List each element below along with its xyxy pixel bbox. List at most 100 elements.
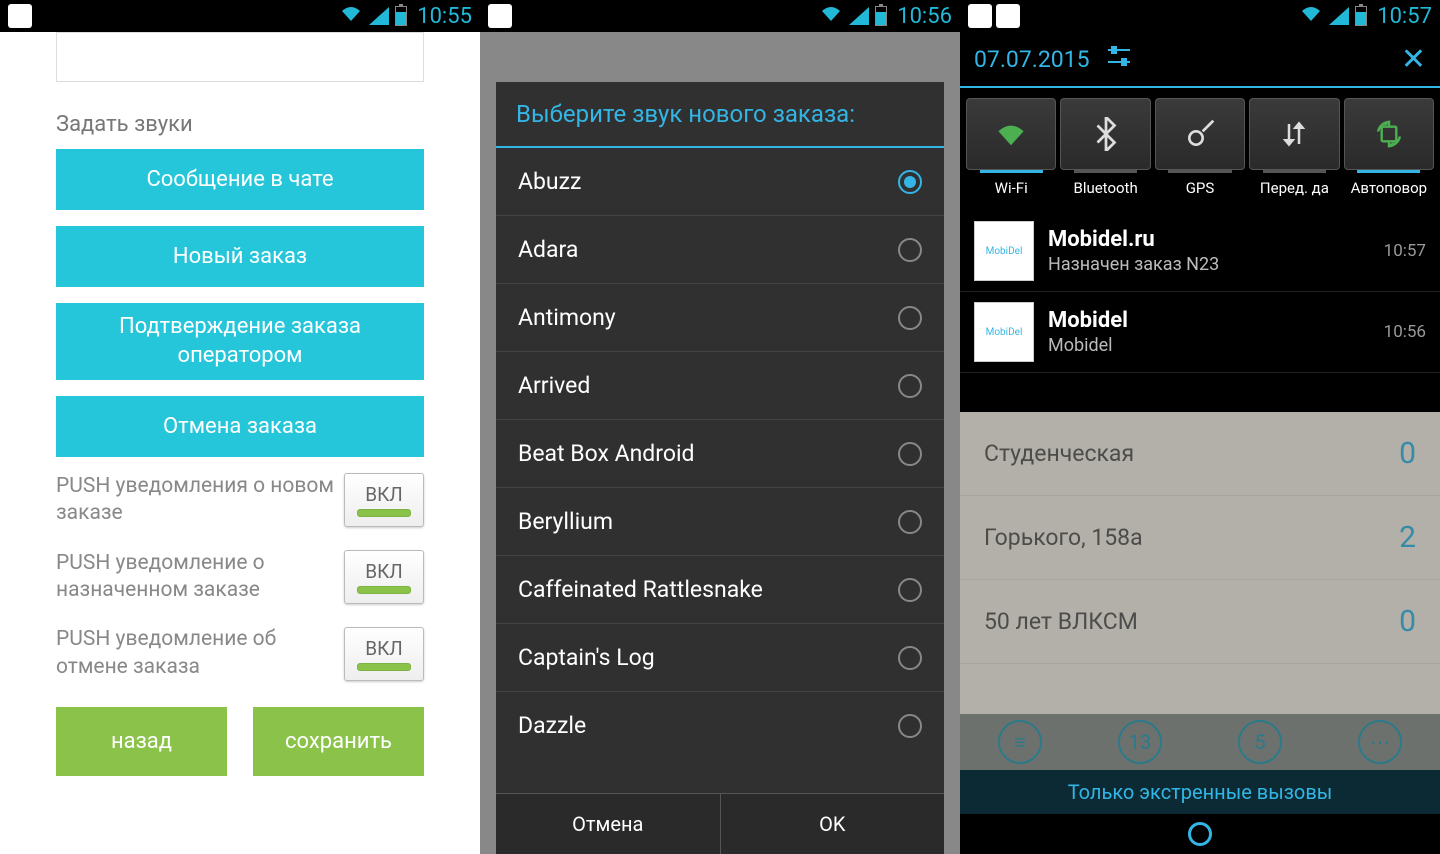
dialog-ok-button[interactable]: OK [720,794,945,854]
clock: 10:56 [897,4,952,29]
sound-new-order-button[interactable]: Новый заказ [56,226,424,287]
sound-option[interactable]: Captain's Log [496,624,944,692]
sound-option[interactable]: Arrived [496,352,944,420]
clock: 10:57 [1377,4,1432,29]
sound-confirm-button[interactable]: Подтверждение заказа оператором [56,303,424,380]
sound-option[interactable]: Dazzle [496,692,944,759]
dialog-cancel-button[interactable]: Отмена [496,794,720,854]
home-icon[interactable] [1188,822,1212,846]
push-cancel-label: PUSH уведомление об отмене заказа [56,626,334,681]
clock: 10:55 [417,4,472,29]
data-icon [1249,98,1339,170]
sound-option[interactable]: Abuzz [496,148,944,216]
app-icon [488,4,512,28]
wifi-icon [966,98,1056,170]
back-button[interactable]: назад [56,707,227,776]
close-icon[interactable]: ✕ [1401,42,1426,77]
save-button[interactable]: сохранить [253,707,424,776]
toggle-label: Автоповор [1351,179,1428,197]
status-bar: 10:57 [960,0,1440,32]
text-input-top[interactable] [56,32,424,82]
sound-list[interactable]: Abuzz Adara Antimony Arrived Beat Box Androi… [496,148,944,793]
radio-icon[interactable] [898,442,922,466]
section-heading: Задать звуки [56,112,470,137]
quick-toggle-bluetooth[interactable]: Bluetooth [1060,98,1150,197]
notification-subtitle: Mobidel [1048,335,1128,356]
toggle-label: Wi-Fi [995,179,1028,197]
signal-icon [1329,7,1349,25]
wifi-icon [819,3,843,29]
sound-option[interactable]: Adara [496,216,944,284]
toggle-label: Bluetooth [1073,179,1137,197]
sound-option-label: Adara [518,236,578,263]
sound-option-label: Dazzle [518,712,586,739]
app-icon [968,4,992,28]
radio-icon[interactable] [898,238,922,262]
sound-dialog: Выберите звук нового заказа: AbuzzAdaraA… [496,82,944,854]
radio-icon[interactable] [898,646,922,670]
circle-menu-icon[interactable]: ≡ [998,720,1042,764]
status-bar: 10:55 [0,0,480,32]
sound-chat-button[interactable]: Сообщение в чате [56,149,424,210]
circle-num[interactable]: 5 [1238,720,1282,764]
push-assigned-toggle[interactable]: ВКЛ [344,550,424,604]
quick-toggle-rotate[interactable]: Автоповор [1344,98,1434,197]
screen-settings: 10:55 Задать звуки Сообщение в чате Новы… [0,0,480,854]
push-cancel-toggle[interactable]: ВКЛ [344,627,424,681]
sound-option-label: Caffeinated Rattlesnake [518,576,763,603]
app-icon [996,4,1020,28]
notification-time: 10:56 [1384,322,1426,342]
notification-title: Mobidel [1048,308,1128,333]
sound-option[interactable]: Antimony [496,284,944,352]
push-new-label: PUSH уведомления о новом заказе [56,473,334,528]
radio-icon[interactable] [898,374,922,398]
sound-option-label: Beryllium [518,508,613,535]
notification-item[interactable]: MobiDelMobidel.ruНазначен заказ N2310:57 [960,211,1440,292]
toggle-label: Перед. да [1260,179,1329,197]
radio-icon[interactable] [898,306,922,330]
settings-sliders-icon[interactable] [1106,45,1132,73]
radio-icon[interactable] [898,170,922,194]
sound-option[interactable]: Beat Box Android [496,420,944,488]
sound-option[interactable]: Caffeinated Rattlesnake [496,556,944,624]
radio-icon[interactable] [898,510,922,534]
wifi-icon [339,3,363,29]
quick-toggle-wifi[interactable]: Wi-Fi [966,98,1056,197]
push-new-toggle[interactable]: ВКЛ [344,473,424,527]
shade-header: 07.07.2015 ✕ [960,32,1440,88]
notification-subtitle: Назначен заказ N23 [1048,254,1219,275]
sound-cancel-button[interactable]: Отмена заказа [56,396,424,457]
bg-list-row: Студенческая0 [960,412,1440,496]
signal-icon [369,7,389,25]
push-new-row: PUSH уведомления о новом заказе ВКЛ [56,473,424,528]
circle-num[interactable]: 13 [1118,720,1162,764]
sound-option-label: Beat Box Android [518,440,695,467]
sound-option-label: Antimony [518,304,616,331]
battery-icon [395,6,407,26]
notification-list: MobiDel Mobidel.ruНазначен заказ N23 10:57… [960,211,1440,373]
bluetooth-icon [1060,98,1150,170]
radio-icon[interactable] [898,578,922,602]
status-bar: 10:56 [480,0,960,32]
quick-toggle-gps[interactable]: GPS [1155,98,1245,197]
screen-notification-shade: 10:57 Студенческая0Горького, 158а250 лет… [960,0,1440,854]
battery-icon [875,6,887,26]
wifi-icon [1299,3,1323,29]
app-icon [8,4,32,28]
notification-item[interactable]: MobiDel MobidelMobidel 10:56 [960,292,1440,373]
dialog-title: Выберите звук нового заказа: [496,82,944,146]
toggle-label: GPS [1186,179,1215,197]
sound-option-label: Captain's Log [518,644,655,671]
signal-icon [849,7,869,25]
sound-option[interactable]: Beryllium [496,488,944,556]
radio-icon[interactable] [898,714,922,738]
push-assigned-row: PUSH уведомление о назначенном заказе ВК… [56,550,424,605]
emergency-banner: Только экстренные вызовы [960,770,1440,814]
screen-sound-picker: 10:56 Выберите звук нового заказа: Abuzz… [480,0,960,854]
notification-app-icon: MobiDel [974,302,1034,362]
bg-list-row: 50 лет ВЛКСМ0 [960,580,1440,664]
quick-toggle-data[interactable]: Перед. да [1249,98,1339,197]
notification-title: Mobidel.ru [1048,227,1219,252]
notification-time: 10:57 [1384,241,1426,261]
circle-more-icon[interactable]: ⋯ [1358,720,1402,764]
